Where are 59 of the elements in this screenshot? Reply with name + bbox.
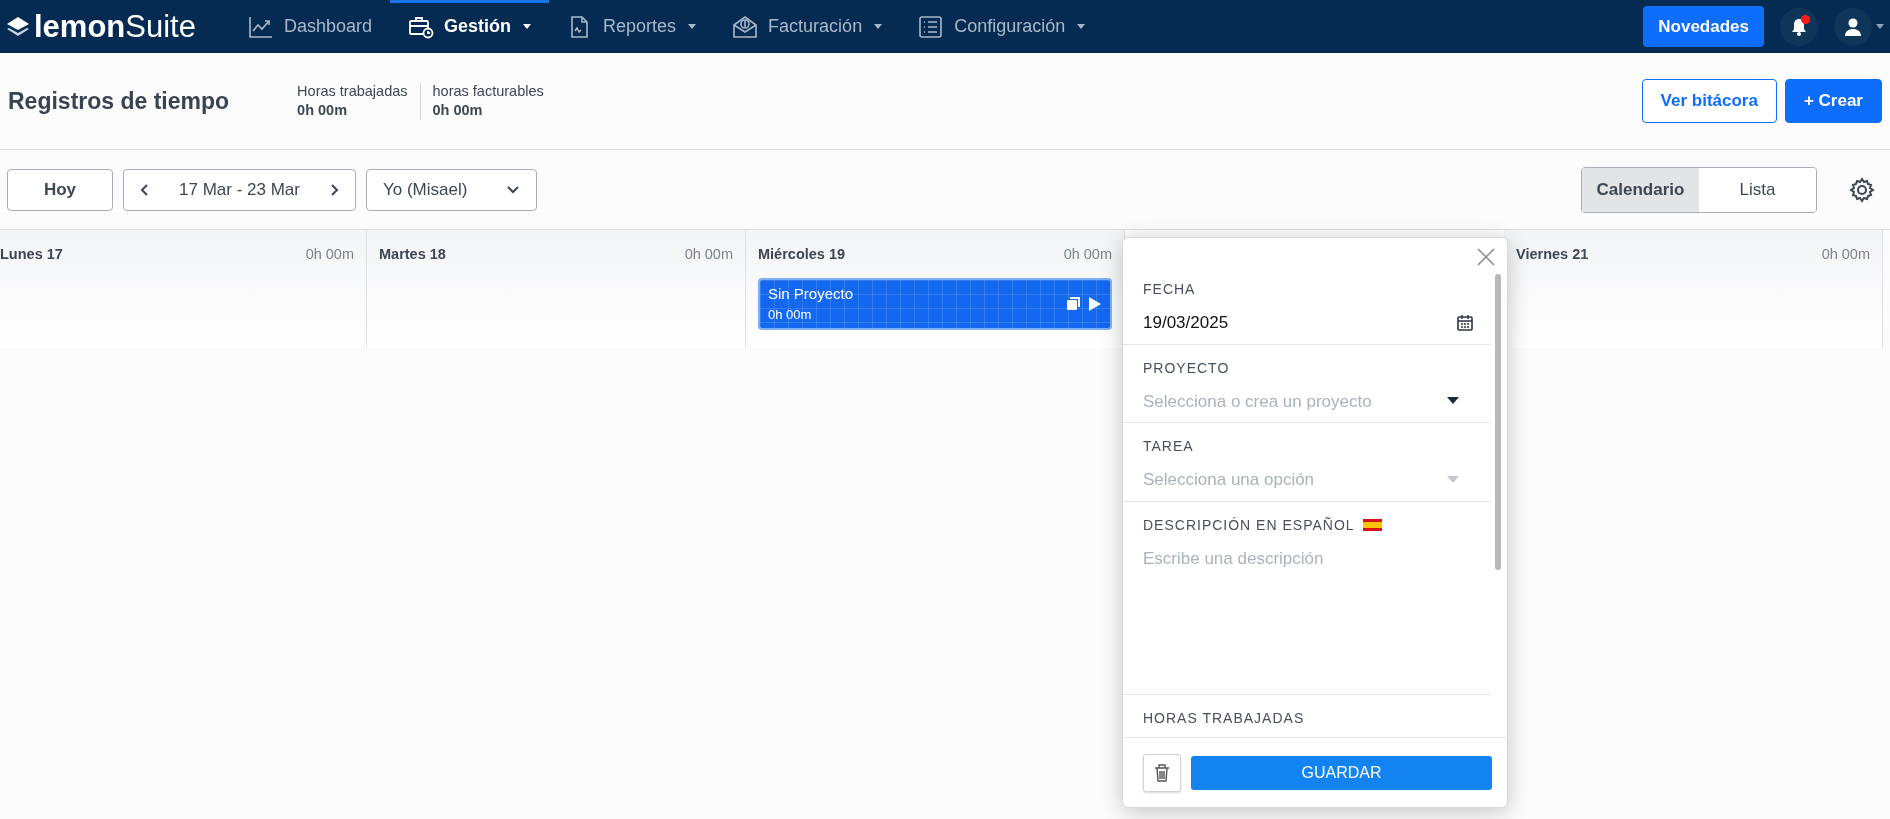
day-label: Miércoles 19 [758, 245, 846, 264]
nav-item[interactable]: Reportes [549, 0, 715, 53]
day-total: 0h 00m [1063, 245, 1112, 264]
nav-item[interactable]: Dashboard [229, 0, 391, 53]
nav-item[interactable]: Gestión [390, 0, 550, 53]
bell-icon [1789, 16, 1809, 37]
field-label: PROYECTO [1143, 358, 1230, 378]
day-total: 0h 00m [305, 245, 354, 264]
user-avatar-button[interactable] [1834, 7, 1872, 46]
briefcase-clock-icon [408, 14, 435, 39]
stat-value: 0h 00m [432, 101, 484, 120]
list-icon [918, 14, 945, 39]
select-field: Selecciona una opción [1143, 467, 1473, 493]
field-label: TAREA [1143, 437, 1194, 456]
chevron-down-icon [506, 184, 520, 195]
save-button[interactable]: GUARDAR [1191, 755, 1492, 790]
day-label: Martes 18 [379, 245, 446, 264]
nav-item[interactable]: Configuración [900, 0, 1104, 53]
field-label: HORAS TRABAJADAS [1143, 708, 1305, 728]
trash-icon [1154, 763, 1170, 782]
stat-value: 0h 00m [297, 101, 349, 120]
day-label: Lunes 17 [0, 245, 63, 264]
copy-icon[interactable] [1067, 297, 1080, 311]
day-total: 0h 00m [684, 245, 733, 264]
user-select[interactable]: Yo (Misael) [366, 168, 537, 211]
logo-icon [6, 15, 30, 38]
stat-label: Horas trabajadas [297, 82, 408, 101]
stat-label: horas facturables [432, 82, 544, 101]
day-label: Viernes 21 [1516, 245, 1589, 264]
entry-project: Sin Proyecto [768, 283, 854, 304]
news-button[interactable]: Novedades [1643, 5, 1764, 48]
scrollbar[interactable] [1495, 274, 1501, 570]
chart-icon [247, 14, 274, 39]
chevron-right-icon[interactable] [329, 182, 339, 197]
date-range: 17 Mar - 23 Mar [179, 178, 300, 201]
nav-item[interactable]: Facturación [714, 0, 901, 53]
time-entry-card[interactable]: Sin Proyecto 0h 00m [758, 277, 1112, 330]
money-envelope-icon [732, 14, 759, 39]
play-icon[interactable] [1088, 295, 1102, 312]
flag-icon [1362, 519, 1382, 531]
brand-logo: lemonSuite [34, 11, 196, 42]
close-icon[interactable] [1477, 248, 1495, 266]
notifications-button[interactable] [1780, 7, 1818, 46]
create-button[interactable]: + Crear [1784, 79, 1882, 123]
view-tab[interactable]: Calendario [1582, 167, 1699, 212]
today-button[interactable]: Hoy [7, 168, 113, 211]
settings-icon[interactable] [1849, 176, 1875, 203]
log-button[interactable]: Ver bitácora [1641, 79, 1777, 123]
user-silhouette-icon [1843, 16, 1863, 37]
calendar-icon [1457, 314, 1473, 331]
field-label: FECHA [1143, 280, 1196, 299]
caret-icon[interactable] [1876, 24, 1884, 29]
delete-button[interactable] [1143, 753, 1181, 792]
page-title: Registros de tiempo [8, 86, 230, 116]
chevron-left-icon[interactable] [140, 182, 150, 197]
day-total: 0h 00m [1821, 245, 1870, 264]
date-field[interactable]: 19/03/2025 [1143, 310, 1473, 336]
entry-duration: 0h 00m [768, 306, 813, 325]
field-label: DESCRIPCIÓN EN ESPAÑOL [1143, 515, 1355, 535]
